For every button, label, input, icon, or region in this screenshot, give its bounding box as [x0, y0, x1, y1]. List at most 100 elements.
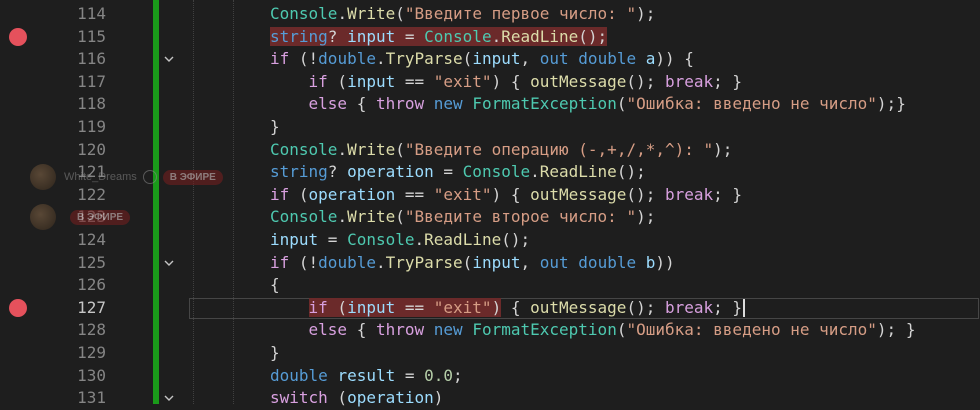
code-token: ; } — [713, 184, 743, 204]
code-token: string — [270, 162, 328, 182]
code-token: "Введите первое число: " — [404, 4, 637, 23]
fold-chevron-icon[interactable] — [162, 391, 176, 405]
code-token: ); — [636, 207, 656, 227]
code-token: "exit" — [433, 71, 492, 91]
code-line[interactable]: else { throw new FormatException("Ошибка… — [270, 93, 906, 116]
fold-chevron-icon[interactable] — [162, 256, 176, 270]
code-token: (); — [501, 230, 531, 249]
code-token: == — [395, 297, 434, 317]
code-token: ReadLine — [539, 162, 617, 182]
code-line[interactable]: if (!double.TryParse(input, out double a… — [270, 48, 694, 71]
code-token: double — [270, 365, 328, 385]
code-line[interactable]: Console.Write("Введите первое число: "); — [270, 3, 655, 26]
code-line[interactable]: if (operation == "exit") { outMessage();… — [270, 184, 742, 207]
code-token: Console — [347, 230, 415, 249]
code-line[interactable]: if (input == "exit") { outMessage(); bre… — [270, 297, 746, 320]
code-token: . — [375, 252, 386, 272]
code-token: ) — [433, 388, 444, 408]
code-token: ) { — [491, 71, 531, 91]
code-token: { — [501, 297, 531, 317]
code-token: { — [270, 275, 280, 295]
code-token: (); — [616, 162, 646, 182]
stream-overlay-row: White_Dreams В ЭФИРЕ — [30, 164, 223, 190]
code-token: . — [337, 139, 348, 159]
code-token: input — [347, 297, 396, 317]
code-token: = — [395, 26, 425, 46]
code-token: break — [664, 71, 714, 91]
code-token: "Ошибка: введено не число" — [626, 320, 877, 340]
code-token: , — [520, 49, 540, 69]
code-token: double — [318, 49, 376, 69]
code-token: ReadLine — [424, 230, 502, 249]
code-token: Console — [270, 4, 338, 23]
code-token: break — [664, 297, 714, 317]
code-token: throw — [375, 94, 425, 114]
code-token: (); — [626, 297, 665, 317]
code-line[interactable]: Console.Write("Введите второе число: "); — [270, 206, 655, 229]
code-token: outMessage — [530, 297, 627, 317]
code-token: operation — [347, 388, 434, 408]
code-token: );} — [876, 94, 906, 114]
code-token: "Введите операцию (-,+,/,*,^): " — [404, 139, 714, 159]
code-token: . — [530, 162, 540, 182]
fold-chevron-icon[interactable] — [162, 52, 176, 66]
code-line[interactable]: string? input = Console.ReadLine(); — [270, 26, 608, 49]
code-token: out — [539, 49, 569, 69]
code-token: ( — [395, 139, 405, 159]
code-token: )) — [655, 252, 675, 272]
code-token: . — [337, 4, 348, 23]
code-line[interactable]: } — [270, 116, 280, 139]
code-token: if — [308, 297, 328, 317]
live-badge: В ЭФИРЕ — [162, 169, 223, 185]
code-line[interactable]: double result = 0.0; — [270, 365, 463, 388]
code-token: ); — [713, 139, 733, 159]
code-editor[interactable]: Console.Write("Введите первое число: ");… — [0, 0, 980, 407]
code-line[interactable]: if (!double.TryParse(input, out double b… — [270, 252, 675, 275]
code-token: Console — [270, 207, 338, 227]
code-line[interactable]: input = Console.ReadLine(); — [270, 229, 530, 252]
code-token: else — [308, 94, 348, 114]
code-token: string — [270, 26, 328, 46]
code-token: switch — [270, 388, 328, 408]
code-line[interactable]: { — [270, 274, 280, 297]
code-line[interactable]: string? operation = Console.ReadLine(); — [270, 161, 646, 184]
code-line[interactable]: else { throw new FormatException("Ошибка… — [270, 319, 916, 342]
code-token: = — [318, 230, 348, 249]
code-token: input — [270, 230, 319, 249]
code-token: "exit" — [433, 297, 492, 317]
code-token: ( — [395, 4, 405, 23]
code-token: TryParse — [385, 252, 463, 272]
code-token: else — [308, 320, 348, 340]
stream-overlay-row: В ЭФИРЕ — [30, 204, 131, 230]
code-line[interactable]: Console.Write("Введите операцию (-,+,/,*… — [270, 139, 732, 162]
code-token: ; — [453, 365, 463, 385]
code-token: outMessage — [530, 71, 627, 91]
code-token: Console — [462, 162, 531, 182]
code-token: . — [491, 26, 502, 46]
code-token: . — [337, 207, 348, 227]
code-token: Write — [347, 139, 396, 159]
code-token: input — [472, 49, 521, 69]
code-line[interactable]: if (input == "exit") { outMessage(); bre… — [270, 71, 743, 94]
code-token: a — [645, 49, 656, 69]
code-line[interactable]: switch (operation) — [270, 387, 443, 410]
code-token: Write — [347, 207, 396, 227]
streamer-avatar — [30, 164, 56, 190]
code-token: if — [270, 252, 290, 272]
code-token: . — [375, 49, 386, 69]
code-token: new — [433, 320, 463, 340]
code-token: = — [395, 365, 425, 385]
code-token: { — [347, 94, 376, 114]
code-token: if — [308, 71, 328, 91]
code-token: Write — [347, 4, 396, 23]
code-line[interactable]: } — [270, 342, 280, 365]
code-token: operation — [347, 162, 434, 182]
